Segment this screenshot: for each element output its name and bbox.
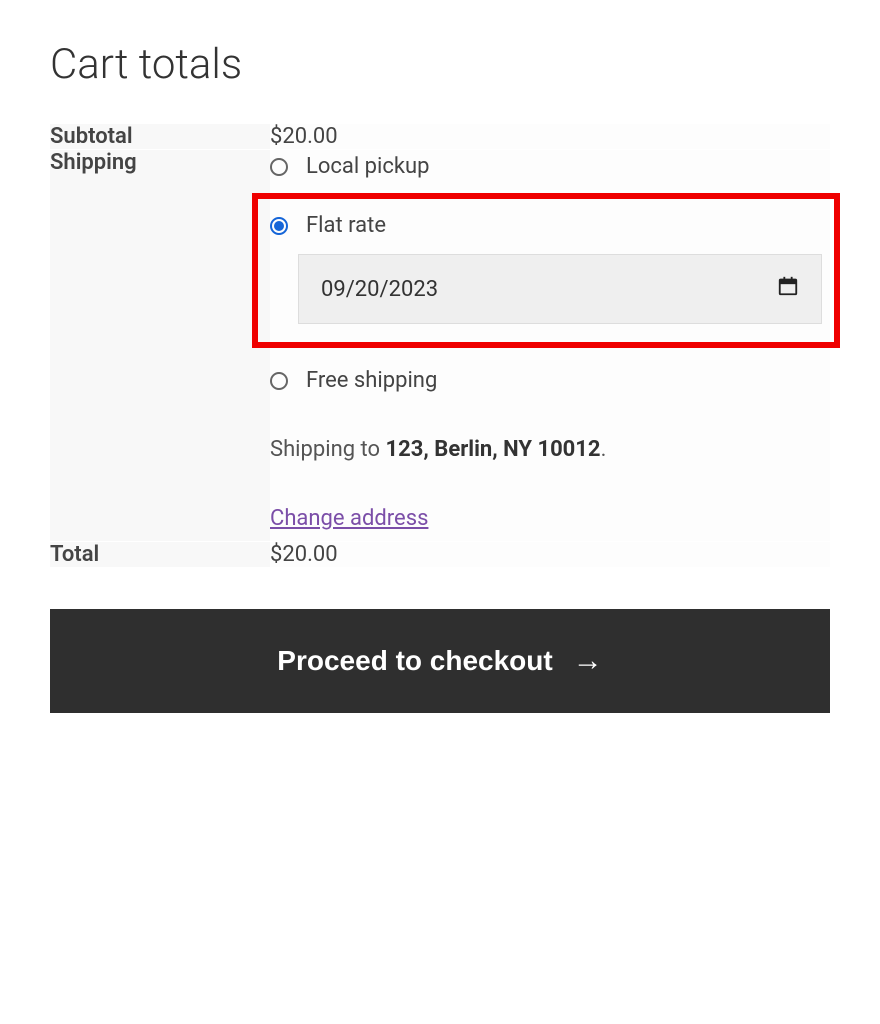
shipping-options: Local pickup Flat rate 09/20/2023: [270, 150, 830, 541]
shipping-option-free-shipping[interactable]: Free shipping: [270, 364, 830, 397]
shipping-option-flat-rate[interactable]: Flat rate: [270, 209, 822, 242]
shipping-to-prefix: Shipping to: [270, 437, 386, 462]
highlighted-flat-rate-box: Flat rate 09/20/2023: [252, 193, 840, 348]
change-address-link[interactable]: Change address: [270, 506, 830, 531]
shipping-date-input[interactable]: 09/20/2023: [298, 254, 822, 324]
shipping-option-local-pickup[interactable]: Local pickup: [270, 150, 830, 183]
radio-icon: [270, 158, 288, 176]
subtotal-value: $20.00: [270, 124, 830, 150]
radio-icon: [270, 372, 288, 390]
arrow-right-icon: →: [573, 646, 603, 676]
cart-totals-table: Subtotal $20.00 Shipping Local pickup Fl…: [50, 124, 830, 567]
shipping-to-text: Shipping to 123, Berlin, NY 10012.: [270, 437, 830, 462]
total-value: $20.00: [270, 542, 830, 568]
subtotal-label: Subtotal: [50, 124, 270, 150]
shipping-label: Shipping: [50, 150, 270, 542]
shipping-to-suffix: .: [601, 437, 607, 462]
shipping-value-cell: Local pickup Flat rate 09/20/2023: [270, 150, 830, 542]
page-title: Cart totals: [50, 40, 830, 89]
shipping-option-label: Local pickup: [306, 154, 430, 179]
total-label: Total: [50, 542, 270, 568]
checkout-button-label: Proceed to checkout: [277, 645, 552, 677]
shipping-option-label: Flat rate: [306, 213, 386, 238]
radio-icon-selected: [270, 217, 288, 235]
proceed-to-checkout-button[interactable]: Proceed to checkout →: [50, 609, 830, 713]
calendar-icon: [777, 275, 799, 303]
shipping-option-label: Free shipping: [306, 368, 437, 393]
shipping-to-address: 123, Berlin, NY 10012: [386, 437, 601, 462]
shipping-date-value: 09/20/2023: [321, 277, 438, 302]
